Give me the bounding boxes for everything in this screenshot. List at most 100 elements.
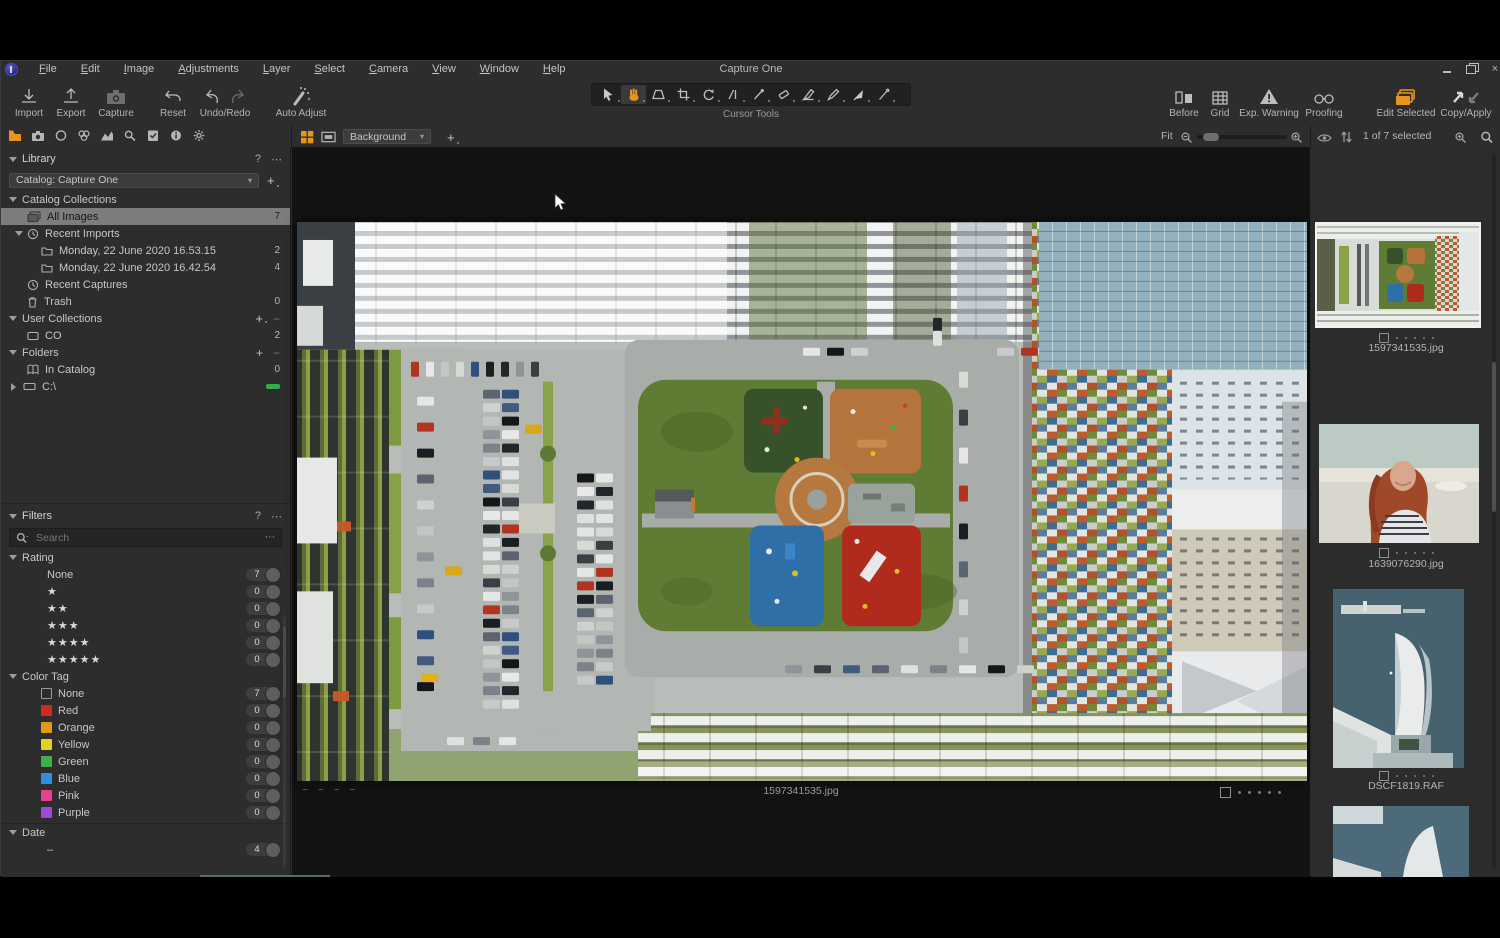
filter-color-none[interactable]: None7 [1, 685, 290, 702]
crop-tool[interactable] [671, 85, 696, 104]
filters-more-button[interactable]: ⋯ [271, 510, 282, 523]
filter-color-purple[interactable]: Purple0 [1, 804, 290, 821]
thumbnail-3[interactable] [1333, 589, 1464, 768]
lens-tab[interactable] [53, 128, 68, 143]
before-button[interactable]: Before [1165, 81, 1203, 119]
eraser-tool[interactable] [771, 85, 796, 104]
rotate-tool[interactable] [696, 85, 721, 104]
capture-tab[interactable] [30, 128, 45, 143]
new-layer-button[interactable]: + [447, 130, 455, 145]
browser-grid-view-icon[interactable] [299, 129, 314, 144]
menu-camera[interactable]: Camera [357, 61, 420, 78]
library-more-button[interactable]: ⋯ [271, 153, 282, 166]
color-tag-box-icon[interactable] [1220, 787, 1231, 798]
section-user-collections[interactable]: User Collections +− [1, 310, 290, 327]
maximize-button[interactable] [1462, 62, 1480, 76]
filter-rating-5[interactable]: ★★★★★0 [1, 651, 290, 668]
menu-edit[interactable]: Edit [69, 61, 112, 78]
capture-button[interactable]: Capture [93, 81, 139, 119]
export-button[interactable]: Export [51, 81, 91, 119]
add-catalog-button[interactable]: + [267, 173, 275, 188]
remove-collection-button[interactable]: − [273, 314, 280, 324]
undo-redo-button[interactable]: Undo/Redo [197, 81, 253, 119]
filter-date-row[interactable]: –4 [1, 841, 290, 858]
rating-none-toggle[interactable]: 7 [246, 568, 280, 581]
import-session-row[interactable]: Monday, 22 June 2020 16.42.544 [1, 259, 290, 276]
info-tab[interactable] [168, 128, 183, 143]
collapse-filters-icon[interactable] [9, 513, 16, 520]
settings-tab[interactable] [191, 128, 206, 143]
library-help-button[interactable]: ? [255, 153, 261, 166]
filter-rating-3[interactable]: ★★★0 [1, 617, 290, 634]
viewer-mode-icon[interactable] [321, 129, 336, 144]
minimize-button[interactable] [1438, 62, 1456, 76]
thumbnail-4-partial[interactable] [1333, 806, 1469, 877]
filter-rating-none[interactable]: None7 [1, 566, 290, 583]
menu-file[interactable]: File [27, 61, 69, 78]
collection-recent-captures[interactable]: Recent Captures [1, 276, 290, 293]
filter-color-red[interactable]: Red0 [1, 702, 290, 719]
menu-adjustments[interactable]: Adjustments [166, 61, 251, 78]
import-session-row[interactable]: Monday, 22 June 2020 16.53.152 [1, 242, 290, 259]
fit-label[interactable]: Fit [1161, 130, 1173, 142]
filters-scrollbar[interactable] [283, 617, 286, 867]
thumbnail-1-selected[interactable] [1317, 224, 1479, 326]
section-folders[interactable]: Folders +− [1, 344, 290, 361]
menu-layer[interactable]: Layer [251, 61, 303, 78]
filter-color-pink[interactable]: Pink0 [1, 787, 290, 804]
collection-co[interactable]: CO2 [1, 327, 290, 344]
import-button[interactable]: Import [9, 81, 49, 119]
pick-apply-tool[interactable] [846, 85, 871, 104]
filter-rating-1[interactable]: ★0 [1, 583, 290, 600]
pen-tool[interactable] [871, 85, 896, 104]
filter-rating-4[interactable]: ★★★★0 [1, 634, 290, 651]
remove-folder-button[interactable]: − [273, 348, 280, 358]
folder-drive-c[interactable]: C:\ [1, 378, 290, 395]
menu-select[interactable]: Select [302, 61, 357, 78]
close-button[interactable]: × [1486, 62, 1500, 76]
layer-select[interactable]: Background▾ [343, 129, 431, 144]
filter-color-green[interactable]: Green0 [1, 753, 290, 770]
exposure-warning-button[interactable]: Exp. Warning [1237, 81, 1301, 119]
straighten-tool[interactable] [721, 85, 746, 104]
browser-search-icon[interactable] [1479, 130, 1494, 145]
zoom-in-icon[interactable] [1289, 130, 1304, 145]
filter-rating-2[interactable]: ★★0 [1, 600, 290, 617]
section-color-tag[interactable]: Color Tag [1, 668, 290, 685]
zoom-out-icon[interactable] [1179, 130, 1194, 145]
filter-color-blue[interactable]: Blue0 [1, 770, 290, 787]
main-image-aerial-courtyard[interactable] [297, 222, 1307, 781]
window-bottom-scrollbar[interactable] [200, 875, 330, 877]
section-catalog-collections[interactable]: Catalog Collections [1, 191, 290, 208]
thumbnail-2-rating[interactable] [1311, 548, 1500, 558]
collection-trash[interactable]: Trash0 [1, 293, 290, 310]
menu-image[interactable]: Image [112, 61, 167, 78]
pan-tool-active[interactable] [621, 85, 646, 104]
eye-filter-icon[interactable] [1317, 130, 1332, 145]
adjustments-tab[interactable] [145, 128, 160, 143]
filter-color-orange[interactable]: Orange0 [1, 719, 290, 736]
filter-search-input[interactable] [34, 531, 265, 545]
collection-all-images[interactable]: All Images7 [1, 208, 290, 225]
keystone-tool[interactable] [646, 85, 671, 104]
folder-in-catalog[interactable]: In Catalog0 [1, 361, 290, 378]
reset-button[interactable]: Reset [153, 81, 193, 119]
filters-help-button[interactable]: ? [255, 510, 261, 523]
proofing-button[interactable]: Proofing [1301, 81, 1347, 119]
menu-help[interactable]: Help [531, 61, 578, 78]
zoom-slider-knob[interactable] [1203, 133, 1219, 141]
add-folder-button[interactable]: + [256, 348, 263, 358]
details-tab[interactable] [122, 128, 137, 143]
section-recent-imports[interactable]: Recent Imports [1, 225, 290, 242]
search-options-button[interactable]: ⋯ [265, 532, 275, 543]
menu-window[interactable]: Window [468, 61, 531, 78]
browser-scrollbar[interactable] [1492, 153, 1496, 869]
menu-view[interactable]: View [420, 61, 468, 78]
filter-search[interactable]: ⋯ [9, 528, 282, 547]
color-tab[interactable] [76, 128, 91, 143]
section-rating[interactable]: Rating [1, 549, 290, 566]
grid-button[interactable]: Grid [1205, 81, 1235, 119]
add-collection-button[interactable]: + [255, 314, 263, 324]
viewer-rating-strip[interactable] [1220, 787, 1281, 798]
collapse-library-icon[interactable] [9, 156, 16, 163]
